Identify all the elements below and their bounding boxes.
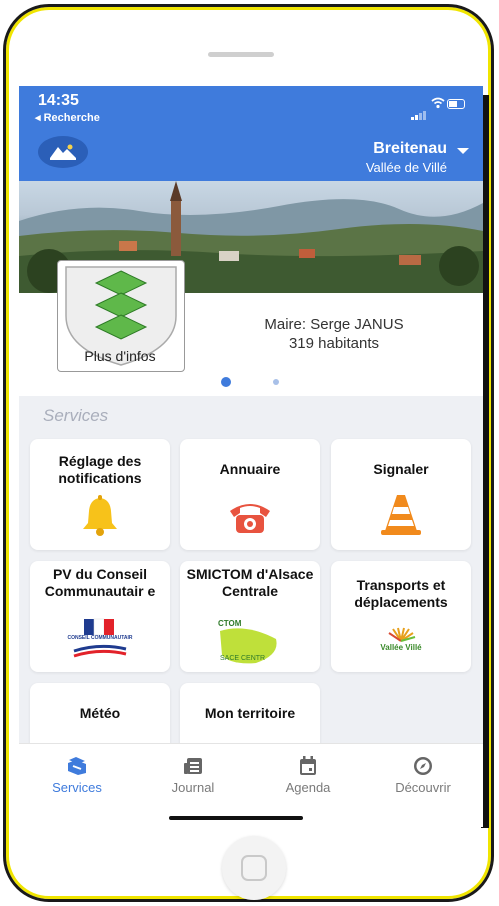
- tab-decouvrir[interactable]: Découvrir: [378, 756, 468, 795]
- bell-icon: [80, 495, 120, 542]
- tile-label: Météo: [79, 705, 121, 721]
- mayor-text: Maire: Serge JANUS: [264, 316, 404, 333]
- carousel-dot[interactable]: [273, 379, 279, 385]
- tab-services[interactable]: Services: [32, 756, 122, 795]
- conseil-logo: CONSEIL COMMUNAUTAIR: [67, 617, 133, 661]
- phone-icon: [228, 499, 272, 540]
- commune-name[interactable]: Breitenau: [373, 140, 447, 158]
- tile-label: PV du Conseil Communautair e: [44, 566, 156, 599]
- smictom-logo: CTOM SACE CENTR: [216, 619, 286, 667]
- tab-agenda[interactable]: Agenda: [263, 756, 353, 795]
- tile-signaler[interactable]: Signaler: [331, 439, 471, 550]
- conseil-logo-text: CONSEIL COMMUNAUTAIR: [67, 635, 133, 641]
- compass-icon: [378, 756, 468, 776]
- home-square-icon: [241, 855, 267, 881]
- services-icon: [32, 756, 122, 776]
- smictom-logo-text-bottom: SACE CENTR: [220, 655, 266, 662]
- home-button[interactable]: [222, 836, 286, 900]
- tile-transports[interactable]: Transports et déplacements Vallée Villé: [331, 561, 471, 672]
- tile-label: Signaler: [373, 461, 429, 477]
- vallee-ville-logo: Vallée Villé: [371, 627, 431, 657]
- traffic-cone-icon: [379, 493, 423, 542]
- population-text: 319 habitants: [288, 335, 380, 352]
- carousel-dot-active[interactable]: [221, 377, 231, 387]
- back-to-search-link[interactable]: ◂ Recherche: [35, 111, 100, 124]
- tile-label: Mon territoire: [204, 705, 296, 721]
- wifi-icon: [431, 96, 445, 112]
- section-title: Services: [43, 406, 109, 425]
- tile-label: SMICTOM d'Alsace Centrale: [186, 566, 314, 599]
- app-screen: 14:35 ◂ Recherche Breitenau Vallée de Vi…: [19, 86, 483, 827]
- vallee-ville-logo-text: Vallée Villé: [380, 643, 422, 652]
- app-header: 14:35 ◂ Recherche Breitenau Vallée de Vi…: [19, 86, 483, 181]
- tile-pv-conseil[interactable]: PV du Conseil Communautair e CONSEIL COM…: [30, 561, 170, 672]
- tab-label: Découvrir: [395, 780, 451, 795]
- commune-dropdown-icon[interactable]: [457, 148, 469, 154]
- tab-label: Journal: [171, 780, 215, 795]
- battery-icon: [447, 99, 465, 109]
- calendar-icon: [263, 756, 353, 776]
- status-time: 14:35: [38, 92, 79, 109]
- smictom-logo-text-top: CTOM: [218, 619, 242, 628]
- signal-icon: [411, 102, 427, 120]
- bottom-tab-bar: Services Journal Agenda Découvrir: [19, 743, 483, 827]
- status-icons: [399, 96, 469, 120]
- plus-infos-link[interactable]: Plus d'infos: [57, 348, 183, 364]
- tab-label: Agenda: [285, 780, 331, 795]
- tile-label: Réglage des notifications: [58, 453, 142, 486]
- tile-notifications[interactable]: Réglage des notifications: [30, 439, 170, 550]
- tile-label: Annuaire: [219, 461, 281, 477]
- app-logo[interactable]: [38, 136, 88, 168]
- tab-journal[interactable]: Journal: [148, 756, 238, 795]
- tile-label: Transports et déplacements: [354, 577, 448, 610]
- phone-speaker: [208, 52, 274, 57]
- journal-icon: [148, 756, 238, 776]
- tab-label: Services: [52, 780, 102, 795]
- tile-annuaire[interactable]: Annuaire: [180, 439, 320, 550]
- tile-smictom[interactable]: SMICTOM d'Alsace Centrale CTOM SACE CENT…: [180, 561, 320, 672]
- vallee-name[interactable]: Vallée de Villé: [366, 160, 447, 175]
- home-indicator: [169, 816, 303, 820]
- carousel-dots: [19, 377, 483, 387]
